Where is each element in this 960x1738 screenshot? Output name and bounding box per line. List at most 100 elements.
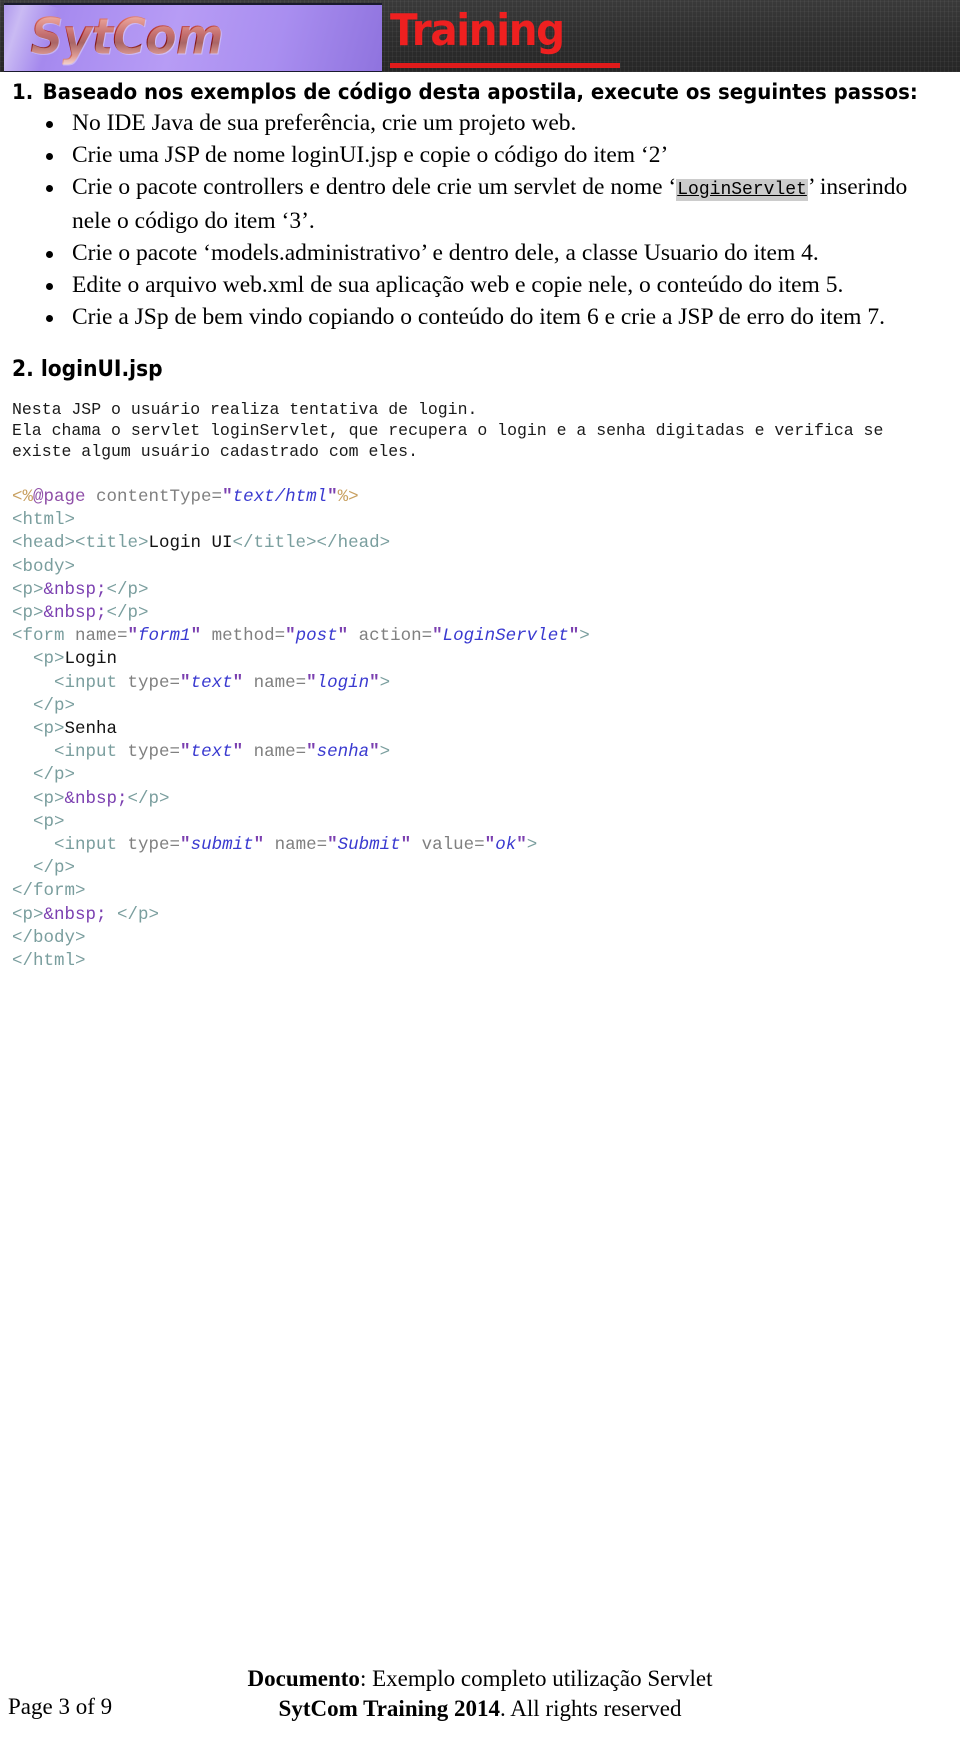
code-token: action= (348, 626, 433, 647)
code-token: %> (337, 487, 359, 507)
code-token: <input (12, 672, 118, 693)
footer-document-title: : Exemplo completo utilização Servlet (359, 1666, 713, 1691)
code-token: name= (264, 835, 328, 856)
bullet-item: Crie o pacote controllers e dentro dele … (46, 172, 950, 237)
code-token: Submit (337, 835, 401, 856)
bullet-text: Crie o pacote controllers e dentro dele … (72, 174, 677, 200)
footer-rights: . All rights reserved (500, 1696, 682, 1721)
code-token: name= (243, 672, 307, 693)
code-token: </p> (106, 603, 149, 624)
code-token: <body> (12, 556, 76, 577)
code-token: </html> (12, 951, 86, 972)
footer-copyright-line: SytCom Training 2014. All rights reserve… (0, 1694, 960, 1724)
code-token: " (516, 835, 527, 856)
page-footer: Page 3 of 9 Documento: Exemplo completo … (0, 1654, 960, 1724)
section-1-title: Baseado nos exemplos de código desta apo… (42, 80, 918, 104)
sytcom-logo: SytCom SytCom (4, 3, 382, 72)
code-token: contentType= (85, 487, 223, 507)
code-token: " (306, 672, 317, 693)
section-1-number: 1. (12, 80, 34, 104)
code-token: LoginServlet (442, 626, 569, 647)
code-token: Senha (64, 719, 118, 740)
code-token: <form (12, 626, 65, 647)
code-token: > (379, 742, 391, 763)
code-token: " (568, 626, 580, 647)
code-token: form1 (138, 626, 191, 647)
code-token: text (190, 742, 233, 763)
code-token: </p> (12, 695, 76, 716)
code-token: submit (190, 835, 254, 856)
code-token: senha (316, 742, 370, 763)
bullet-item: Crie a JSp de bem vindo copiando o conte… (46, 302, 950, 333)
jsp-code-block: <%@page contentType="text/html"%> <html>… (12, 486, 950, 973)
code-token: name= (64, 626, 128, 647)
code-token: " (190, 626, 202, 647)
bullet-text: Edite o arquivo web.xml de sua aplicação… (72, 272, 844, 298)
code-token: type= (117, 672, 181, 693)
code-token: </p> (12, 858, 76, 879)
code-token: " (327, 487, 338, 507)
code-token: <% (12, 487, 34, 507)
code-token: " (180, 742, 191, 763)
footer-document-line: Documento: Exemplo completo utilização S… (0, 1664, 960, 1694)
code-token: <p> (12, 579, 44, 600)
code-token: " (484, 835, 496, 856)
code-token: " (127, 626, 139, 647)
code-token: " (369, 742, 380, 763)
code-token: <p> (12, 788, 65, 809)
code-token: " (285, 626, 296, 647)
code-token: <input (12, 835, 118, 856)
code-token: " (369, 672, 380, 693)
bullet-item: Edite o arquivo web.xml de sua aplicação… (46, 270, 950, 301)
code-token: <head><title> (12, 533, 149, 554)
code-token: " (337, 626, 349, 647)
footer-center-block: Documento: Exemplo completo utilização S… (0, 1664, 960, 1724)
code-token: > (379, 672, 391, 693)
code-token: Login (64, 649, 118, 670)
code-token: <p> (12, 719, 65, 740)
code-token: text/html (232, 487, 328, 507)
code-token: " (232, 742, 244, 763)
training-wordmark: Training (390, 5, 565, 56)
bullet-text: Crie o pacote ‘models.administrativo’ e … (72, 240, 819, 266)
code-token: ok (495, 835, 517, 856)
code-token: <html> (12, 510, 76, 531)
code-token: </title></head> (232, 533, 391, 554)
code-token: " (222, 487, 233, 507)
section-1-bullet-list: No IDE Java de sua preferência, crie um … (10, 108, 950, 333)
document-body: 1. Baseado nos exemplos de código desta … (0, 78, 960, 973)
bullet-text: No IDE Java de sua preferência, crie um … (72, 110, 577, 136)
code-token: " (253, 835, 265, 856)
bullet-item: No IDE Java de sua preferência, crie um … (46, 108, 950, 139)
bullet-item: Crie o pacote ‘models.administrativo’ e … (46, 238, 950, 269)
code-token: " (180, 672, 191, 693)
bullet-item: Crie uma JSP de nome loginUI.jsp e copie… (46, 140, 950, 171)
code-token: login (316, 672, 370, 693)
code-token: <p> (12, 904, 44, 925)
code-token: &nbsp; (43, 603, 107, 624)
code-token: text (190, 672, 233, 693)
code-token: &nbsp; (43, 579, 107, 600)
code-token: <input (12, 742, 118, 763)
code-token: </p> (127, 788, 170, 809)
page-header-banner: SytCom SytCom Training (0, 0, 960, 72)
code-token: <p> (12, 603, 44, 624)
code-token: </p> (106, 579, 149, 600)
code-token: value= (411, 835, 485, 856)
section-1-heading: 1. Baseado nos exemplos de código desta … (12, 78, 918, 106)
code-token: </form> (12, 881, 86, 902)
code-token: " (232, 672, 244, 693)
code-token: " (180, 835, 191, 856)
code-token: <p> (12, 811, 65, 832)
code-token: </body> (12, 927, 86, 948)
code-token: <p> (12, 649, 65, 670)
code-token: method= (201, 626, 286, 647)
code-token: post (295, 626, 338, 647)
code-token: @page (33, 487, 86, 507)
code-token: Login UI (148, 533, 233, 554)
code-token: </p> (106, 904, 160, 925)
code-token: " (327, 835, 338, 856)
footer-company: SytCom Training 2014 (278, 1696, 501, 1721)
bullet-text: Crie uma JSP de nome loginUI.jsp e copie… (72, 142, 669, 168)
code-token: type= (117, 835, 181, 856)
